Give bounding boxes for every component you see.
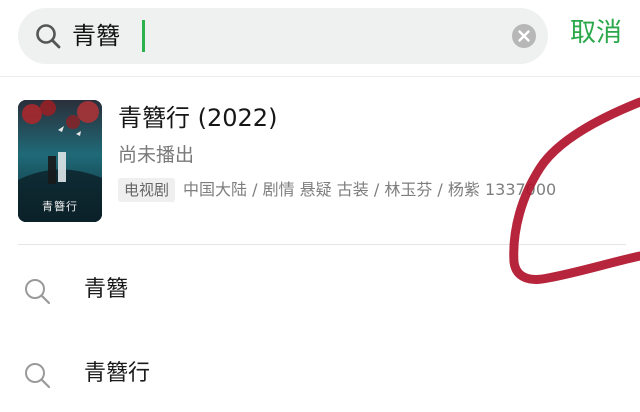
search-bar[interactable]: 青簪: [18, 8, 548, 64]
text-caret: [142, 20, 145, 52]
result-title[interactable]: 青簪行 (2022): [118, 102, 277, 134]
divider: [0, 76, 640, 77]
suggestion-label: 青簪: [84, 277, 129, 302]
meta-text: 中国大陆 / 剧情 悬疑 古装 / 林玉芬 / 杨紫 1337000: [183, 180, 557, 199]
result-card[interactable]: 青簪行 青簪行 (2022) 尚未播出 电视剧 中国大陆 / 剧情 悬疑 古装 …: [0, 90, 640, 240]
result-meta: 电视剧 中国大陆 / 剧情 悬疑 古装 / 林玉芬 / 杨紫 1337000: [118, 176, 556, 204]
clear-icon[interactable]: [511, 23, 537, 49]
suggestion-item[interactable]: 青簪行: [0, 346, 640, 402]
poster-title: 青簪行: [42, 200, 78, 213]
type-badge: 电视剧: [118, 178, 176, 202]
search-icon: [25, 363, 51, 389]
divider: [18, 244, 626, 245]
search-input[interactable]: 青簪: [72, 22, 120, 50]
poster-image[interactable]: 青簪行: [18, 100, 102, 222]
cancel-button[interactable]: 取消: [570, 16, 622, 50]
suggestion-label: 青簪行: [84, 361, 151, 386]
search-icon: [36, 24, 61, 49]
suggestion-item[interactable]: 青簪: [0, 262, 640, 318]
result-status: 尚未播出: [118, 144, 195, 166]
search-icon: [25, 279, 51, 305]
